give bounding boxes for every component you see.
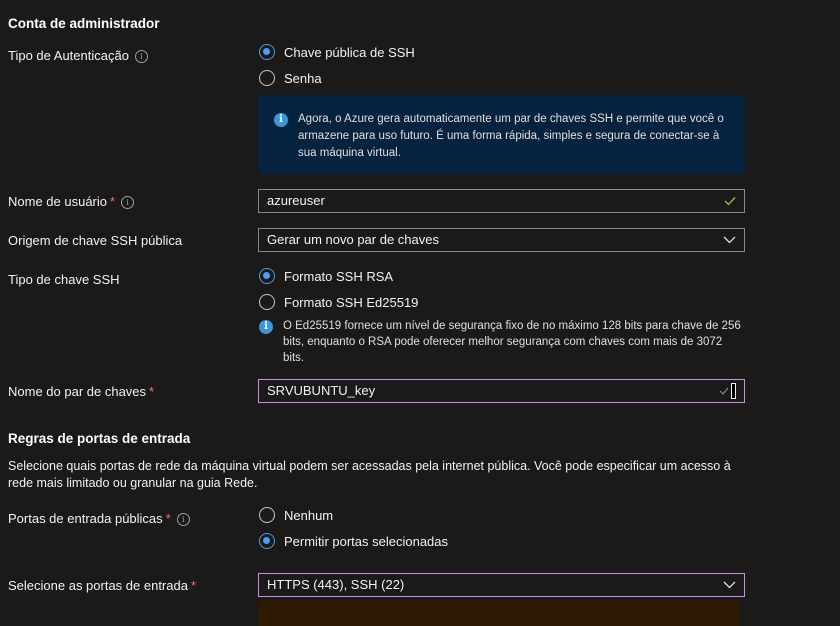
username-label-text: Nome de usuário (8, 194, 107, 209)
auth-type-label-text: Tipo de Autenticação (8, 48, 129, 63)
ports-none-radio[interactable]: Nenhum (259, 507, 333, 523)
key-type-label: Tipo de chave SSH (8, 272, 120, 287)
auth-password-label: Senha (284, 70, 322, 86)
radio-unchecked-icon[interactable] (259, 507, 275, 523)
key-pair-name-value: SRVUBUNTU_key (267, 383, 376, 398)
auth-ssh-radio[interactable]: Chave pública de SSH (259, 44, 415, 60)
key-type-info-text: O Ed25519 fornece um nível de segurança … (283, 320, 741, 364)
chevron-down-icon (723, 236, 736, 244)
admin-section-title: Conta de administrador (8, 16, 160, 31)
info-icon[interactable]: i (176, 513, 190, 526)
inbound-section-title: Regras de portas de entrada (8, 431, 191, 446)
auth-password-radio[interactable]: Senha (259, 70, 322, 86)
inbound-description: Selecione quais portas de rede da máquin… (8, 459, 731, 490)
info-icon[interactable]: i (121, 196, 135, 209)
key-source-dropdown[interactable]: Gerar um novo par de chaves (258, 228, 745, 252)
username-label: Nome de usuário * i (8, 194, 135, 209)
ports-selected-label: Permitir portas selecionadas (284, 533, 449, 549)
auth-info-box: i Agora, o Azure gera automaticamente um… (258, 95, 745, 174)
auth-type-label: Tipo de Autenticação i (8, 48, 148, 63)
username-input[interactable]: azureuser (258, 189, 745, 213)
select-ports-dropdown[interactable]: HTTPS (443), SSH (22) (258, 573, 745, 597)
select-ports-label-text: Selecione as portas de entrada (8, 578, 188, 593)
select-ports-label: Selecione as portas de entrada * (8, 578, 196, 593)
public-ports-label: Portas de entrada públicas * i (8, 511, 190, 526)
key-type-ed25519-radio[interactable]: Formato SSH Ed25519 (259, 294, 418, 310)
warning-banner (258, 601, 739, 626)
auth-ssh-label: Chave pública de SSH (284, 44, 415, 60)
key-type-rsa-radio[interactable]: Formato SSH RSA (259, 268, 393, 284)
info-icon[interactable]: i (134, 50, 148, 63)
key-pair-name-input[interactable]: SRVUBUNTU_key (258, 379, 745, 403)
key-type-rsa-label: Formato SSH RSA (284, 268, 394, 284)
radio-unchecked-icon[interactable] (259, 70, 275, 86)
radio-checked-icon[interactable] (259, 268, 275, 284)
key-pair-name-label: Nome do par de chaves * (8, 384, 154, 399)
required-marker: * (190, 578, 197, 593)
valid-indicator-icon (719, 383, 736, 399)
ports-none-label: Nenhum (284, 507, 334, 523)
radio-checked-icon[interactable] (259, 533, 275, 549)
ports-selected-radio[interactable]: Permitir portas selecionadas (259, 533, 448, 549)
username-value: azureuser (267, 193, 325, 208)
key-source-label: Origem de chave SSH pública (8, 233, 183, 248)
info-filled-icon: i (259, 320, 273, 334)
info-filled-icon: i (274, 113, 288, 127)
key-source-value: Gerar um novo par de chaves (267, 232, 439, 247)
public-ports-label-text: Portas de entrada públicas (8, 511, 163, 526)
required-marker: * (165, 511, 171, 526)
required-marker: * (149, 384, 155, 399)
checkmark-icon (724, 196, 736, 206)
select-ports-value: HTTPS (443), SSH (22) (267, 577, 405, 592)
radio-unchecked-icon[interactable] (259, 294, 275, 310)
chevron-down-icon (723, 581, 736, 589)
auth-info-text: Agora, o Azure gera automaticamente um p… (298, 113, 724, 159)
radio-checked-icon[interactable] (259, 44, 275, 60)
key-type-ed25519-label: Formato SSH Ed25519 (284, 294, 419, 310)
key-pair-name-label-text: Nome do par de chaves (8, 384, 147, 399)
required-marker: * (110, 194, 116, 209)
